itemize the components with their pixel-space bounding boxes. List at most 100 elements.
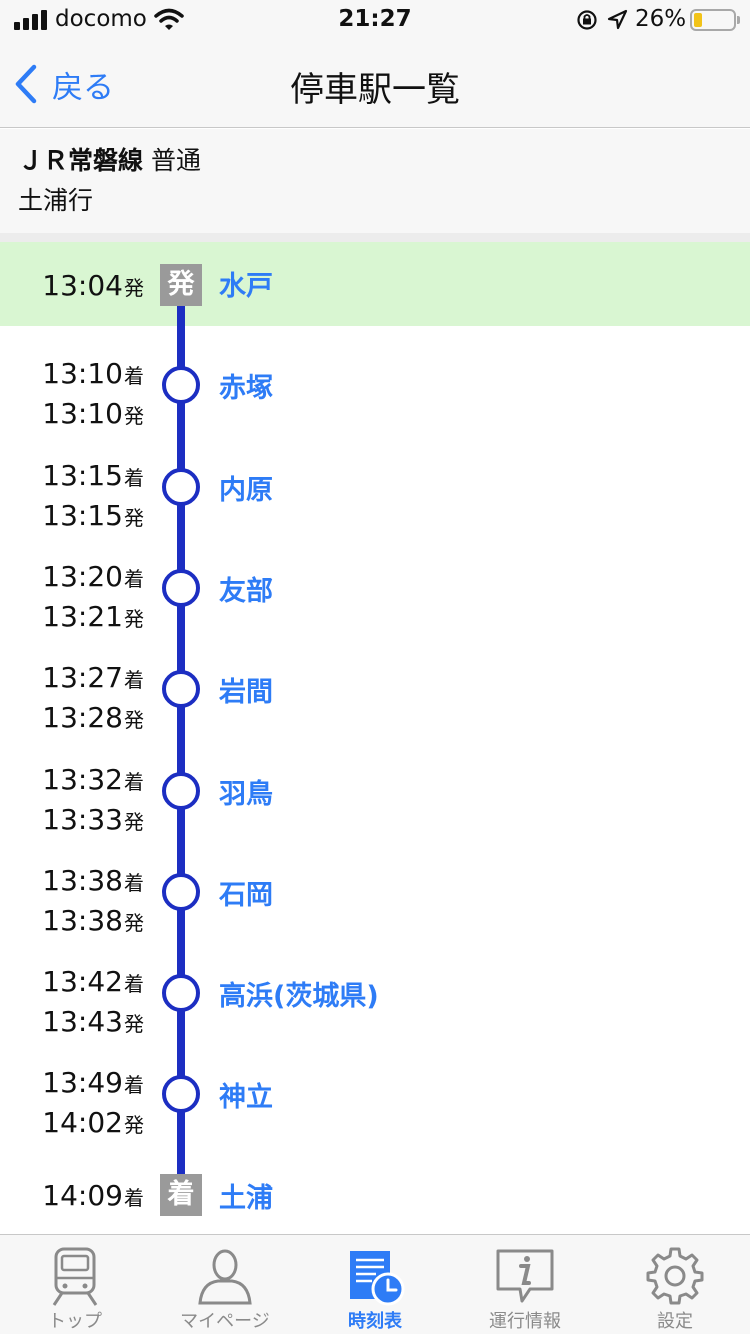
time-mark: 発 (124, 911, 144, 935)
arrival-time: 13:27着 (42, 658, 144, 698)
departure-badge: 発 (160, 264, 202, 306)
arrival-time: 13:32着 (42, 760, 144, 800)
arrival-time: 14:09着 (42, 1176, 144, 1216)
departure-time: 13:10発 (42, 394, 144, 434)
stop-times: 14:09着 (42, 1176, 144, 1216)
stop-row: 13:10着 13:10発 赤塚 (0, 342, 750, 442)
time-mark: 着 (124, 1186, 144, 1210)
departure-time: 13:43発 (42, 1002, 144, 1042)
stop-row: 13:42着 13:43発 高浜(茨城県) (0, 950, 750, 1050)
tab-label: マイページ (180, 1311, 270, 1332)
station-link[interactable]: 高浜(茨城県) (219, 974, 379, 1013)
time-value: 13:43 (42, 1005, 123, 1038)
time-mark: 着 (124, 466, 144, 490)
time-mark: 発 (124, 708, 144, 732)
tab-timetable[interactable]: 時刻表 (300, 1235, 450, 1334)
stop-row: 13:04発発水戸 (0, 242, 750, 342)
stop-row: 13:15着 13:15発 内原 (0, 444, 750, 544)
station-link[interactable]: 石岡 (219, 873, 273, 912)
time-value: 14:02 (42, 1106, 123, 1139)
stop-row: 13:27着 13:28発 岩間 (0, 646, 750, 746)
time-value: 13:38 (42, 904, 123, 937)
gear-icon (646, 1247, 704, 1305)
stop-circle-icon (162, 772, 200, 810)
stop-times: 13:15着 13:15発 (42, 456, 144, 536)
time-mark: 着 (124, 972, 144, 996)
navigation-bar: 戻る 停車駅一覧 (0, 40, 750, 128)
station-link[interactable]: 岩間 (219, 670, 273, 709)
route-destination: 土浦行 (18, 186, 94, 215)
stop-circle-icon (162, 873, 200, 911)
time-mark: 発 (124, 1012, 144, 1036)
station-link[interactable]: 土浦 (219, 1176, 273, 1215)
time-mark: 発 (124, 607, 144, 631)
time-mark: 発 (124, 1113, 144, 1137)
page-title: 停車駅一覧 (290, 70, 460, 110)
station-link[interactable]: 赤塚 (219, 366, 273, 405)
time-value: 13:21 (42, 600, 123, 633)
tab-bar: トップ マイページ 時刻表 運行情報 設定 (0, 1234, 750, 1334)
departure-time: 13:38発 (42, 901, 144, 941)
timetable-icon (350, 1251, 405, 1306)
tab-label: 設定 (657, 1311, 693, 1332)
time-value: 13:20 (42, 560, 123, 593)
stop-times: 13:10着 13:10発 (42, 354, 144, 434)
departure-time: 14:02発 (42, 1103, 144, 1143)
departure-time: 13:15発 (42, 496, 144, 536)
time-mark: 発 (124, 404, 144, 428)
stop-times: 13:49着 14:02発 (42, 1063, 144, 1143)
route-info: ＪＲ常磐線 普通 土浦行 (0, 129, 750, 233)
stop-row: 13:32着 13:33発 羽鳥 (0, 748, 750, 848)
stop-row: 13:49着 14:02発 神立 (0, 1051, 750, 1151)
stop-list: 13:04発発水戸 13:10着 13:10発 赤塚 13:15着 13:15発 内原 13:… (0, 242, 750, 1234)
stop-circle-icon (162, 468, 200, 506)
arrival-time: 13:20着 (42, 557, 144, 597)
station-link[interactable]: 羽鳥 (219, 772, 273, 811)
time-mark: 発 (124, 276, 144, 300)
tab-label: 運行情報 (489, 1311, 561, 1332)
line-name: ＪＲ常磐線 (18, 146, 144, 175)
time-value: 13:27 (42, 661, 123, 694)
train-icon (52, 1247, 98, 1306)
tab-label: 時刻表 (348, 1311, 402, 1332)
stop-circle-icon (162, 569, 200, 607)
time-mark: 着 (124, 364, 144, 388)
time-mark: 発 (124, 810, 144, 834)
station-link[interactable]: 水戸 (219, 264, 273, 303)
time-value: 13:49 (42, 1066, 123, 1099)
train-type: 普通 (150, 146, 201, 175)
stop-times: 13:42着 13:43発 (42, 962, 144, 1042)
time-value: 13:15 (42, 459, 123, 492)
departure-time: 13:28発 (42, 698, 144, 738)
time-value: 13:33 (42, 803, 123, 836)
user-icon (198, 1249, 252, 1305)
tab-service-info[interactable]: 運行情報 (450, 1235, 600, 1334)
tab-mypage[interactable]: マイページ (150, 1235, 300, 1334)
departure-time: 13:21発 (42, 597, 144, 637)
location-arrow-icon (607, 9, 628, 30)
tab-settings[interactable]: 設定 (600, 1235, 750, 1334)
time-mark: 着 (124, 668, 144, 692)
battery-cap (737, 16, 740, 24)
time-value: 13:10 (42, 397, 123, 430)
arrival-time: 13:49着 (42, 1063, 144, 1103)
departure-time: 13:33発 (42, 800, 144, 840)
arrival-time: 13:10着 (42, 354, 144, 394)
time-value: 13:32 (42, 763, 123, 796)
station-link[interactable]: 神立 (219, 1075, 273, 1114)
station-link[interactable]: 内原 (219, 468, 273, 507)
arrival-time: 13:42着 (42, 962, 144, 1002)
stop-times: 13:32着 13:33発 (42, 760, 144, 840)
station-link[interactable]: 友部 (219, 569, 273, 608)
time-value: 14:09 (42, 1179, 123, 1212)
stop-circle-icon (162, 366, 200, 404)
time-mark: 着 (124, 567, 144, 591)
tab-top[interactable]: トップ (0, 1235, 150, 1334)
time-value: 13:28 (42, 701, 123, 734)
departure-time: 13:04発 (42, 266, 144, 306)
stop-circle-icon (162, 670, 200, 708)
time-mark: 着 (124, 770, 144, 794)
battery-percentage: 26% (635, 6, 687, 32)
time-value: 13:38 (42, 864, 123, 897)
arrival-time: 13:38着 (42, 861, 144, 901)
